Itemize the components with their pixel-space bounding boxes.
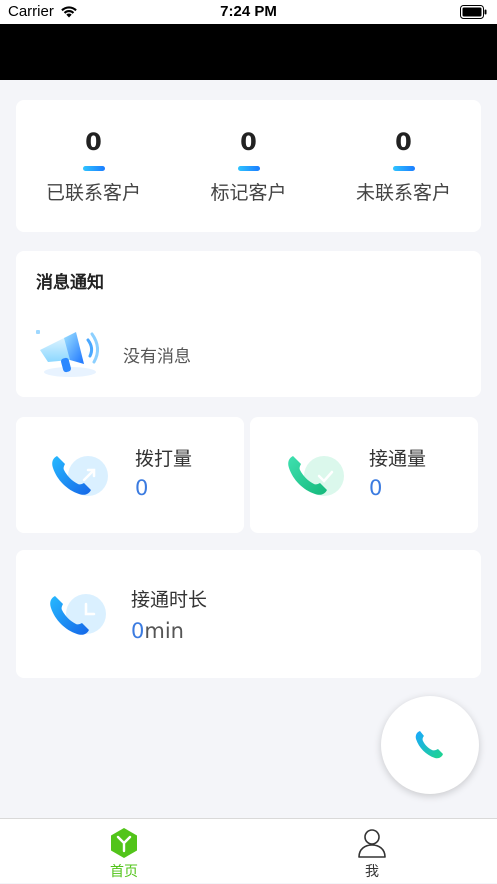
phone-icon — [415, 731, 443, 759]
stat-label: 已联系客户 — [45, 182, 141, 204]
call-duration-unit: min — [144, 619, 184, 643]
customer-stats-card: 0 已联系客户 0 标记客户 0 未联系客户 — [16, 100, 481, 232]
call-duration-value-wrap: 0min — [131, 619, 184, 643]
tab-bar: 首页 我 — [0, 818, 497, 883]
connected-count-value: 0 — [369, 476, 383, 500]
call-duration-card[interactable]: 接通时长 0min — [16, 550, 481, 678]
tab-home[interactable]: 首页 — [0, 819, 248, 884]
stat-value: 0 — [240, 128, 257, 156]
connected-count-card[interactable]: 接通量 0 — [250, 417, 478, 533]
stat-value: 0 — [85, 128, 102, 156]
stat-uncontacted[interactable]: 0 未联系客户 — [326, 100, 481, 232]
call-duration-value: 0 — [131, 619, 145, 643]
stat-marked[interactable]: 0 标记客户 — [171, 100, 326, 232]
battery-icon — [460, 5, 487, 19]
connected-call-icon — [288, 456, 344, 496]
stat-value: 0 — [395, 128, 412, 156]
carrier: Carrier — [8, 3, 78, 20]
stat-label: 标记客户 — [210, 182, 287, 204]
user-icon — [358, 829, 386, 858]
tab-me[interactable]: 我 — [248, 819, 496, 884]
status-bar: Carrier 7:24 PM — [0, 0, 497, 24]
dial-count-card[interactable]: 拨打量 0 — [16, 417, 244, 533]
stat-contacted[interactable]: 0 已联系客户 — [16, 100, 171, 232]
stat-indicator — [82, 166, 105, 171]
outgoing-call-icon — [52, 456, 108, 496]
stat-indicator — [392, 166, 415, 171]
connected-count-label: 接通量 — [369, 448, 427, 470]
stat-indicator — [237, 166, 260, 171]
carrier-label: Carrier — [8, 3, 54, 20]
wifi-icon — [61, 6, 77, 18]
tab-me-label: 我 — [365, 864, 379, 880]
megaphone-icon — [36, 330, 99, 377]
dial-count-value: 0 — [135, 476, 149, 500]
notice-title: 消息通知 — [36, 273, 104, 293]
call-duration-label: 接通时长 — [131, 589, 208, 611]
call-duration-icon — [50, 594, 106, 635]
home-icon — [111, 828, 137, 858]
notice-empty-text: 没有消息 — [123, 347, 191, 367]
nav-header — [0, 24, 497, 80]
tab-home-label: 首页 — [110, 864, 138, 880]
dial-count-label: 拨打量 — [135, 448, 193, 470]
call-fab-button[interactable] — [381, 696, 479, 794]
stat-label: 未联系客户 — [355, 182, 451, 204]
